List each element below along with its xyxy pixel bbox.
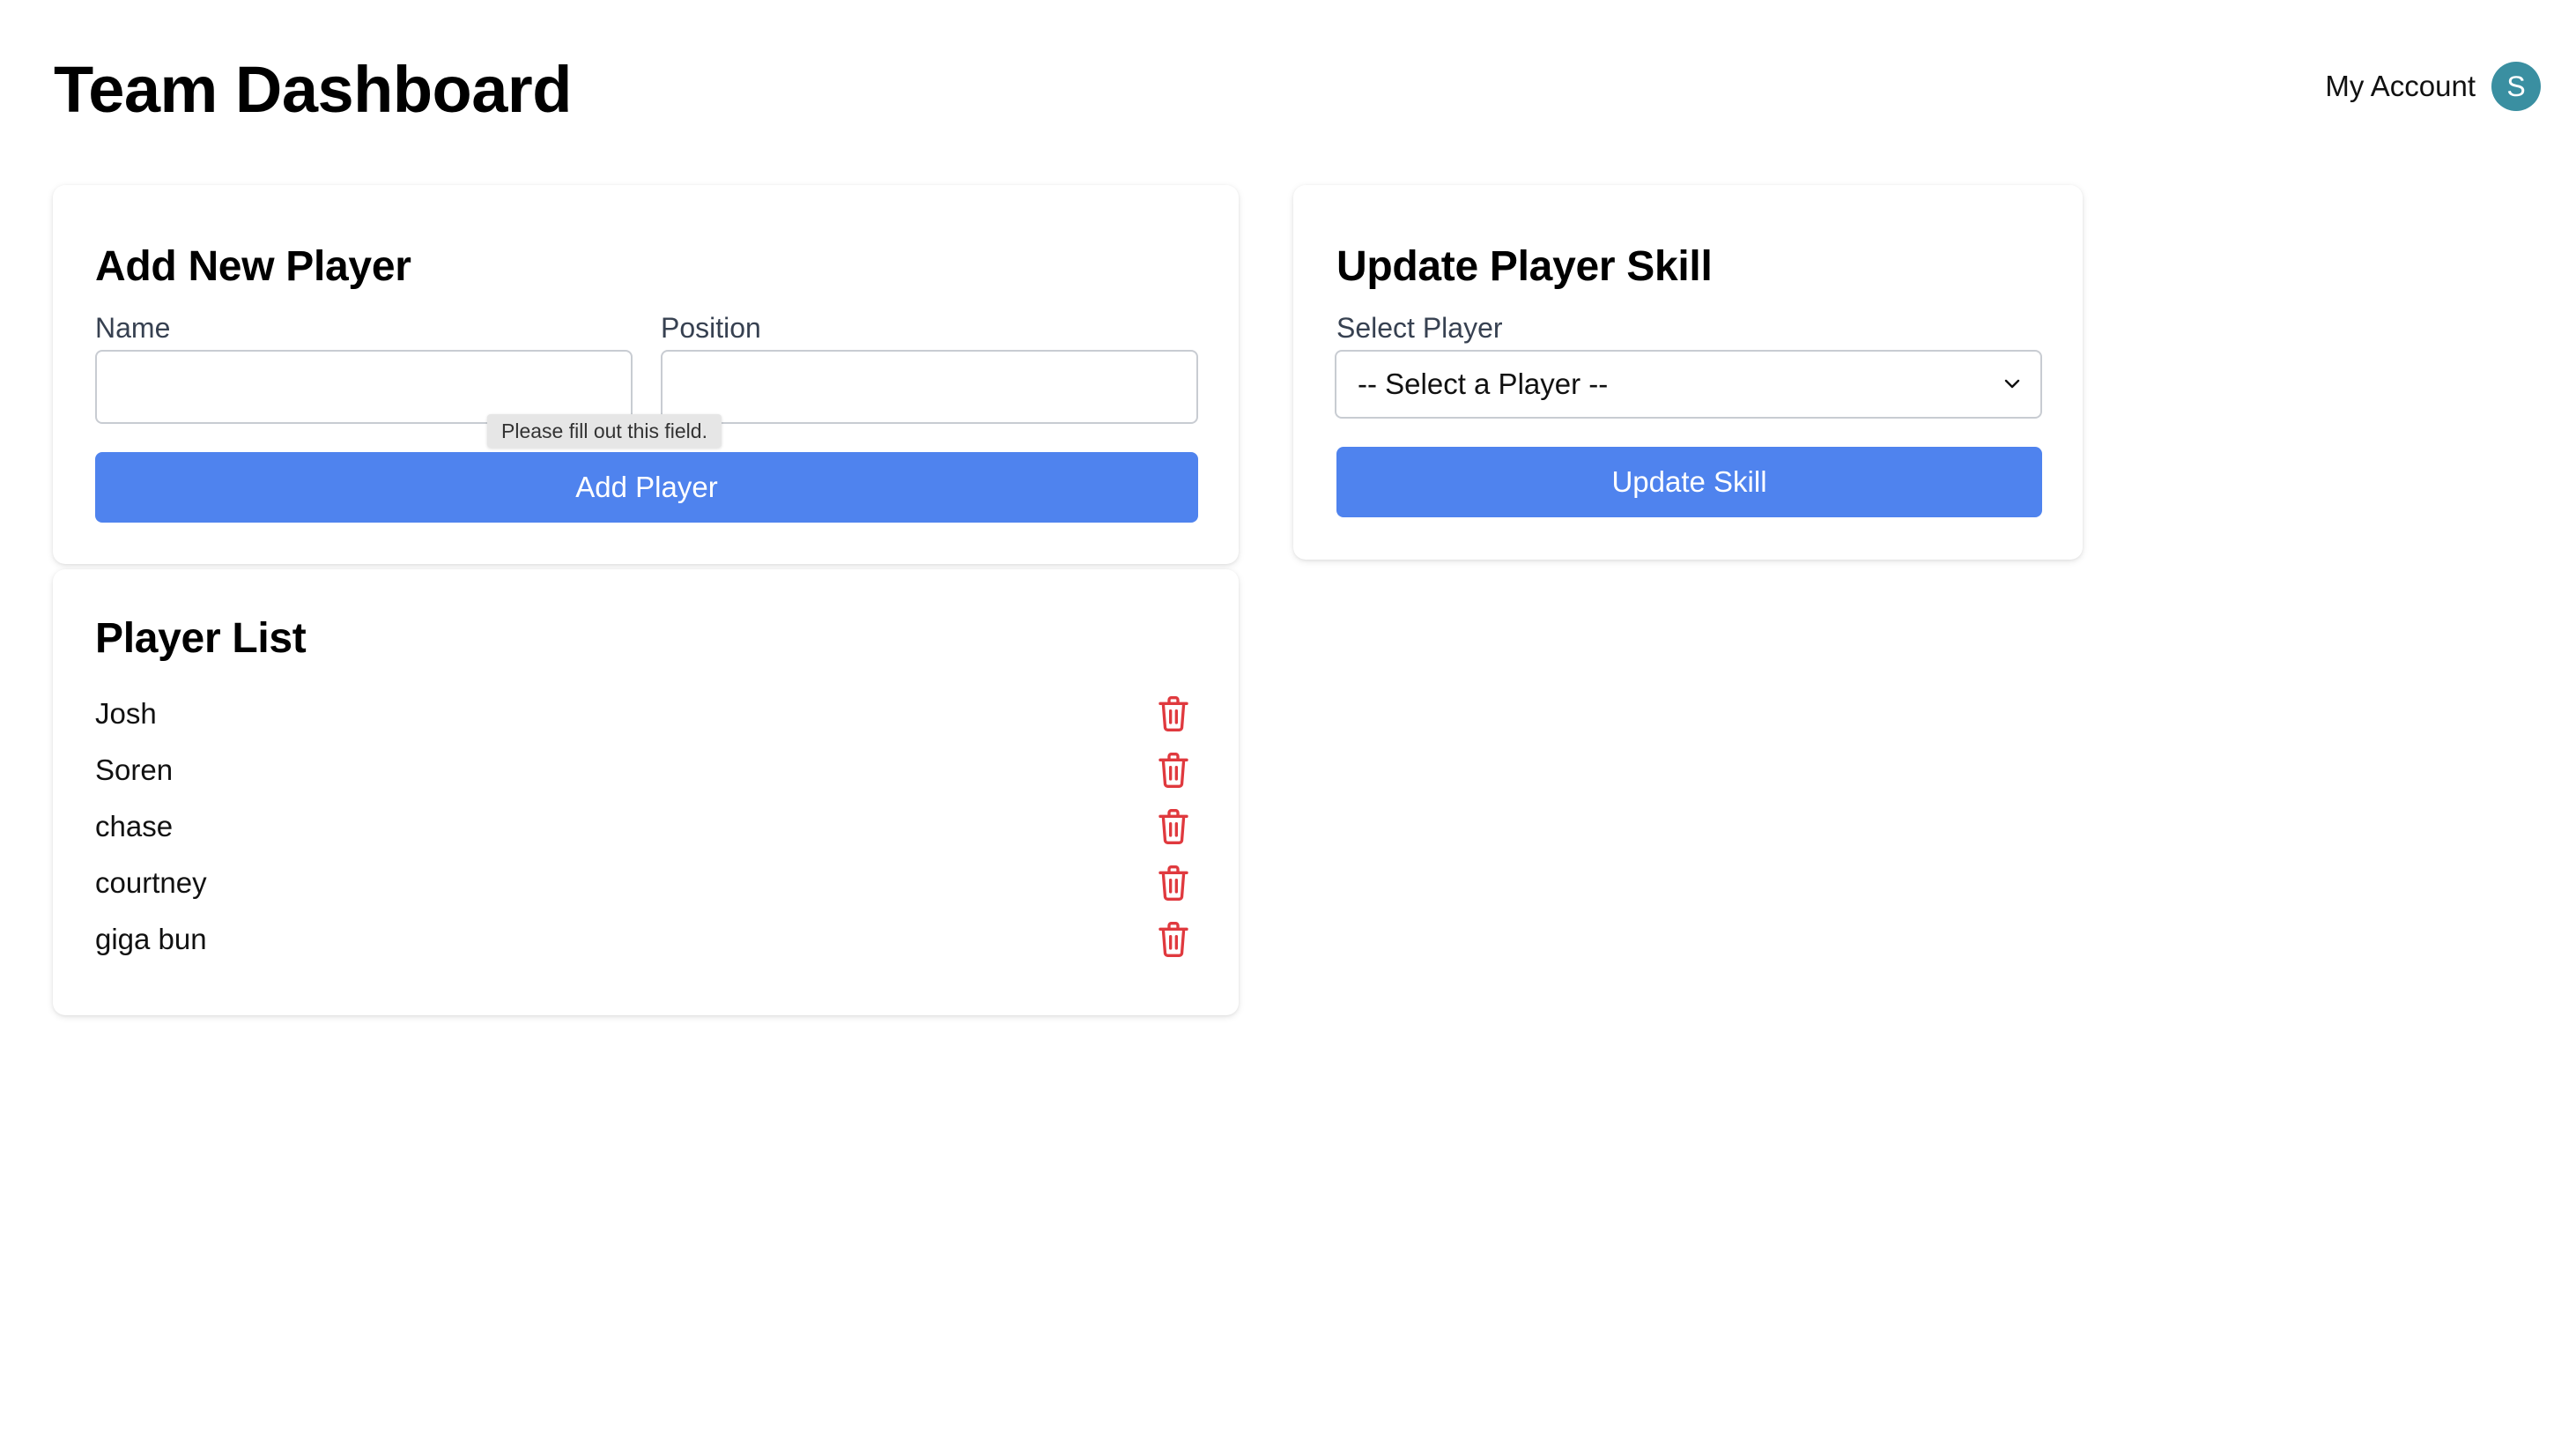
add-player-title: Add New Player — [95, 243, 411, 290]
name-input[interactable] — [95, 350, 633, 424]
player-row: chase — [95, 802, 1196, 851]
trash-icon — [1158, 809, 1188, 844]
update-skill-button[interactable]: Update Skill — [1336, 447, 2042, 517]
player-name: courtney — [95, 866, 207, 899]
position-input[interactable] — [661, 350, 1198, 424]
player-row: giga bun — [95, 915, 1196, 964]
player-name: giga bun — [95, 923, 207, 955]
player-name: Soren — [95, 753, 174, 786]
delete-player-button[interactable] — [1151, 860, 1196, 906]
chevron-down-icon — [2004, 379, 2020, 389]
trash-icon — [1158, 865, 1188, 901]
delete-player-button[interactable] — [1151, 917, 1196, 962]
team-dashboard-page: Team Dashboard My Account S Add New Play… — [0, 0, 2576, 1440]
update-skill-title: Update Player Skill — [1336, 243, 1713, 290]
page-title: Team Dashboard — [54, 53, 572, 126]
validation-tooltip: Please fill out this field. — [487, 414, 722, 448]
account-label[interactable]: My Account — [2325, 70, 2476, 103]
player-select-value: -- Select a Player -- — [1358, 367, 1609, 400]
trash-icon — [1158, 753, 1188, 788]
position-label: Position — [661, 312, 761, 344]
delete-player-button[interactable] — [1151, 747, 1196, 793]
avatar[interactable]: S — [2491, 62, 2541, 111]
trash-icon — [1158, 696, 1188, 731]
delete-player-button[interactable] — [1151, 804, 1196, 850]
player-row: Soren — [95, 746, 1196, 795]
player-list-title: Player List — [95, 615, 307, 662]
delete-player-button[interactable] — [1151, 691, 1196, 737]
player-row: courtney — [95, 858, 1196, 908]
name-label: Name — [95, 312, 171, 344]
player-name: Josh — [95, 697, 157, 730]
account-menu[interactable]: My Account S — [2325, 62, 2541, 111]
player-row: Josh — [95, 689, 1196, 739]
add-player-button[interactable]: Add Player — [95, 452, 1198, 523]
select-player-label: Select Player — [1336, 312, 1503, 344]
trash-icon — [1158, 921, 1188, 957]
player-select[interactable]: -- Select a Player -- — [1335, 350, 2042, 419]
player-name: chase — [95, 810, 174, 842]
